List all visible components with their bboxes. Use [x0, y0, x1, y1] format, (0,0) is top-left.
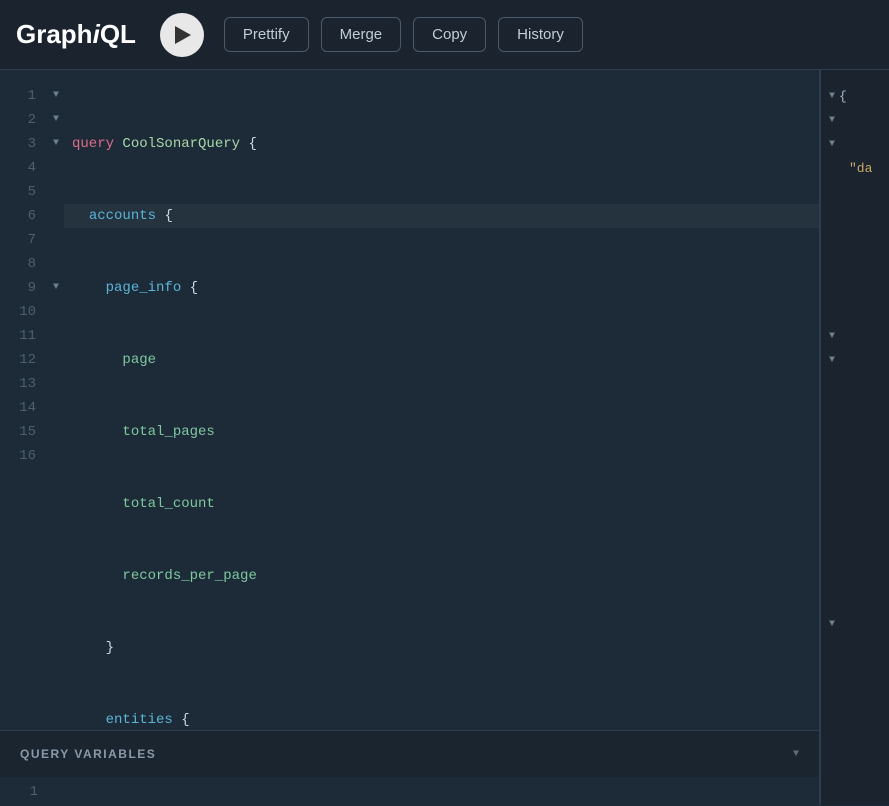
code-line-8: }: [64, 636, 819, 660]
code-content[interactable]: query CoolSonarQuery { accounts { page_i…: [64, 70, 819, 730]
right-arrow-2[interactable]: ▼: [829, 115, 835, 126]
right-line-5: ▼: [821, 324, 889, 348]
history-button[interactable]: History: [498, 17, 583, 52]
right-line-3: ▼: [821, 132, 889, 156]
right-arrow-3[interactable]: ▼: [829, 139, 835, 150]
qv-line-number: 1: [14, 784, 50, 800]
code-line-7: records_per_page: [64, 564, 819, 588]
main-area: 1 2 3 4 5 6 7 8 9 10 11 12 13 14 15 16: [0, 70, 889, 805]
play-icon: [175, 26, 191, 44]
right-arrow-7[interactable]: ▼: [829, 619, 835, 630]
right-line-4: "da: [821, 156, 889, 180]
query-variables-panel: QUERY VARIABLES ▼ 1: [0, 730, 819, 805]
line-numbers: 1 2 3 4 5 6 7 8 9 10 11 12 13 14 15 16: [0, 70, 48, 730]
right-arrow-6[interactable]: ▼: [829, 355, 835, 366]
run-button[interactable]: [160, 13, 204, 57]
header: GraphiQL Prettify Merge Copy History: [0, 0, 889, 70]
graphiql-logo: GraphiQL: [16, 19, 136, 50]
code-line-4: page: [64, 348, 819, 372]
code-line-5: total_pages: [64, 420, 819, 444]
right-line-6: ▼: [821, 348, 889, 372]
editor-panel: 1 2 3 4 5 6 7 8 9 10 11 12 13 14 15 16: [0, 70, 820, 805]
code-line-9: entities {: [64, 708, 819, 730]
query-variables-title: QUERY VARIABLES: [20, 747, 156, 761]
right-panel: ▼ { ▼ ▼ "da ▼ ▼ ▼: [820, 70, 889, 805]
merge-button[interactable]: Merge: [321, 17, 402, 52]
code-line-3: page_info {: [64, 276, 819, 300]
query-variables-toggle-icon[interactable]: ▼: [793, 749, 799, 760]
code-line-1: query CoolSonarQuery {: [64, 132, 819, 156]
prettify-button[interactable]: Prettify: [224, 17, 309, 52]
fold-gutter: ▼ ▼ ▼ ▼: [48, 70, 64, 730]
copy-button[interactable]: Copy: [413, 17, 486, 52]
code-line-2: accounts {: [64, 204, 819, 228]
right-line-1: ▼ {: [821, 84, 889, 108]
query-variables-editor[interactable]: 1: [0, 777, 819, 806]
code-area[interactable]: 1 2 3 4 5 6 7 8 9 10 11 12 13 14 15 16: [0, 70, 819, 730]
query-variables-header[interactable]: QUERY VARIABLES ▼: [0, 731, 819, 777]
code-editor: 1 2 3 4 5 6 7 8 9 10 11 12 13 14 15 16: [0, 70, 819, 730]
code-line-6: total_count: [64, 492, 819, 516]
right-arrow-5[interactable]: ▼: [829, 331, 835, 342]
right-line-7: ▼: [821, 612, 889, 636]
right-line-2: ▼: [821, 108, 889, 132]
